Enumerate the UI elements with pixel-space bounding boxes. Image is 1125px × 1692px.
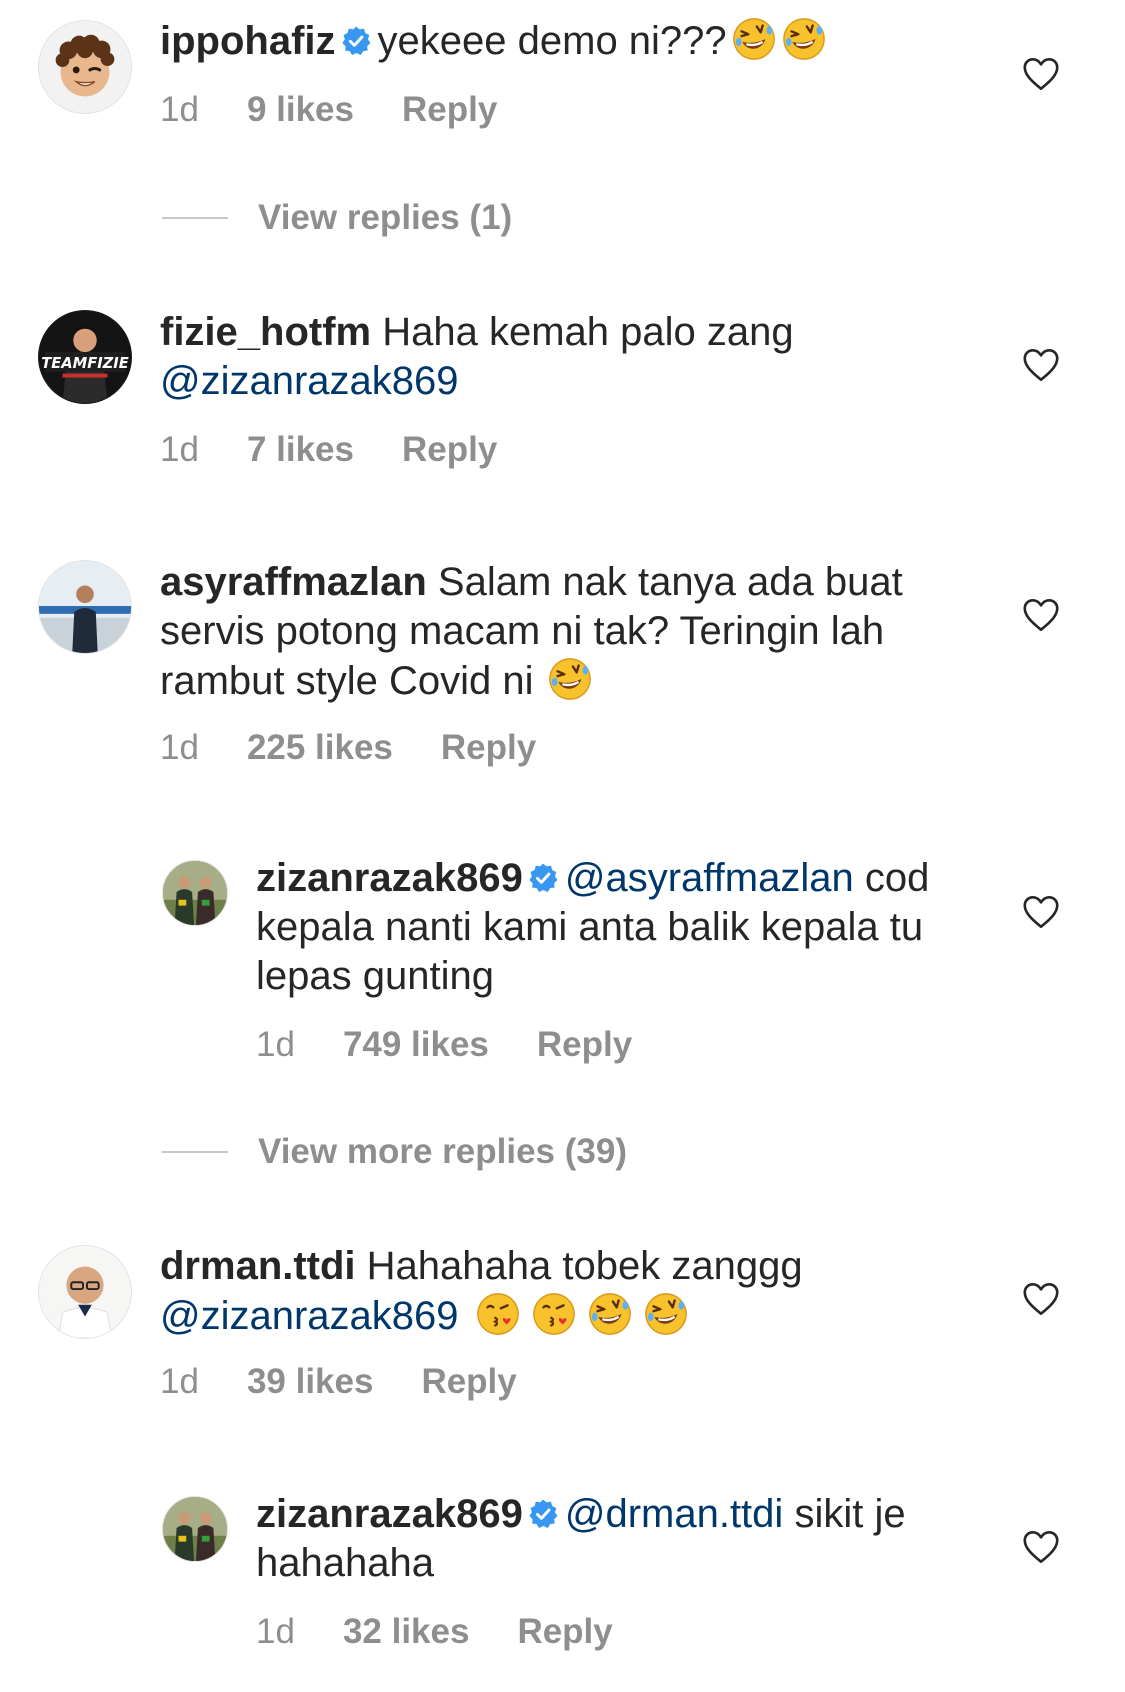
- rofl-emoji-icon: [547, 656, 593, 702]
- comment-body: zizanrazak869 @asyraffmazlan cod kepala n…: [256, 854, 996, 1001]
- view-more-replies-button[interactable]: View more replies (39): [162, 1132, 627, 1172]
- like-heart-icon[interactable]: [1022, 598, 1060, 632]
- likes-count[interactable]: 32 likes: [343, 1612, 470, 1652]
- comment-text: yekeee demo ni???: [377, 19, 727, 63]
- comment-text: Hahahaha tobek zanggg: [366, 1244, 803, 1288]
- profile-photo-icon: [163, 1497, 227, 1561]
- reply-button[interactable]: Reply: [537, 1025, 632, 1065]
- mention-link[interactable]: @zizanrazak869: [160, 359, 459, 403]
- view-replies-label: View more replies (39): [258, 1132, 627, 1171]
- mention-link[interactable]: @zizanrazak869: [160, 1294, 459, 1338]
- comment-meta: 1d 32 likes Reply: [256, 1612, 613, 1652]
- verified-badge-icon: [527, 862, 559, 894]
- comment-body: zizanrazak869 @drman.ttdi sikit je hahaha…: [256, 1490, 986, 1588]
- avatar[interactable]: TEAMFIZIE: [38, 310, 132, 404]
- like-heart-icon[interactable]: [1022, 57, 1060, 91]
- avatar[interactable]: [38, 20, 132, 114]
- memoji-avatar-icon: [39, 21, 131, 113]
- timestamp: 1d: [160, 728, 199, 767]
- like-heart-icon[interactable]: [1022, 1530, 1060, 1564]
- username[interactable]: zizanrazak869: [256, 856, 523, 900]
- comment-meta: 1d 9 likes Reply: [160, 90, 497, 130]
- username[interactable]: ippohafiz: [160, 19, 336, 63]
- comment-meta: 1d 749 likes Reply: [256, 1025, 632, 1065]
- rofl-emoji-icon: [781, 16, 827, 62]
- timestamp: 1d: [256, 1612, 295, 1651]
- username[interactable]: drman.ttdi: [160, 1244, 356, 1288]
- comment-meta: 1d 7 likes Reply: [160, 430, 497, 470]
- comment-body: ippohafiz yekeee demo ni???: [160, 16, 990, 66]
- comment-body: drman.ttdi Hahahaha tobek zanggg @zizanr…: [160, 1242, 990, 1341]
- comment-body: asyraffmazlan Salam nak tanya ada buat s…: [160, 558, 990, 706]
- kiss-emoji-icon: [475, 1291, 521, 1337]
- view-replies-label: View replies (1): [258, 198, 513, 237]
- profile-photo-icon: [39, 1246, 131, 1338]
- username[interactable]: asyraffmazlan: [160, 560, 427, 604]
- reply-button[interactable]: Reply: [441, 728, 536, 768]
- profile-photo-icon: [163, 861, 227, 925]
- avatar[interactable]: [162, 1496, 228, 1562]
- kiss-emoji-icon: [531, 1291, 577, 1337]
- reply-button[interactable]: Reply: [421, 1362, 516, 1402]
- likes-count[interactable]: 749 likes: [343, 1025, 489, 1065]
- comment-meta: 1d 225 likes Reply: [160, 728, 536, 768]
- likes-count[interactable]: 39 likes: [247, 1362, 374, 1402]
- verified-badge-icon: [527, 1498, 559, 1530]
- comment-meta: 1d 39 likes Reply: [160, 1362, 517, 1402]
- avatar[interactable]: [162, 860, 228, 926]
- divider-line: [162, 217, 228, 219]
- avatar-logo-text: TEAMFIZIE: [41, 355, 129, 372]
- rofl-emoji-icon: [643, 1291, 689, 1337]
- divider-line: [162, 1151, 228, 1153]
- view-replies-button[interactable]: View replies (1): [162, 198, 512, 238]
- comment-text: Haha kemah palo zang: [382, 310, 794, 354]
- profile-photo-icon: [39, 561, 131, 653]
- likes-count[interactable]: 225 likes: [247, 728, 393, 768]
- rofl-emoji-icon: [731, 16, 777, 62]
- timestamp: 1d: [160, 90, 199, 129]
- comment-body: fizie_hotfm Haha kemah palo zang @zizanr…: [160, 308, 990, 406]
- reply-button[interactable]: Reply: [402, 90, 497, 130]
- like-heart-icon[interactable]: [1022, 1282, 1060, 1316]
- mention-link[interactable]: @drman.ttdi: [565, 1492, 783, 1536]
- likes-count[interactable]: 9 likes: [247, 90, 354, 130]
- username[interactable]: fizie_hotfm: [160, 310, 371, 354]
- reply-button[interactable]: Reply: [517, 1612, 612, 1652]
- timestamp: 1d: [160, 1362, 199, 1401]
- likes-count[interactable]: 7 likes: [247, 430, 354, 470]
- timestamp: 1d: [256, 1025, 295, 1064]
- rofl-emoji-icon: [587, 1291, 633, 1337]
- timestamp: 1d: [160, 430, 199, 469]
- username[interactable]: zizanrazak869: [256, 1492, 523, 1536]
- like-heart-icon[interactable]: [1022, 895, 1060, 929]
- verified-badge-icon: [340, 25, 372, 57]
- mention-link[interactable]: @asyraffmazlan: [565, 856, 854, 900]
- teamfizie-avatar-icon: TEAMFIZIE: [39, 311, 131, 403]
- reply-button[interactable]: Reply: [402, 430, 497, 470]
- avatar[interactable]: [38, 1245, 132, 1339]
- avatar[interactable]: [38, 560, 132, 654]
- like-heart-icon[interactable]: [1022, 348, 1060, 382]
